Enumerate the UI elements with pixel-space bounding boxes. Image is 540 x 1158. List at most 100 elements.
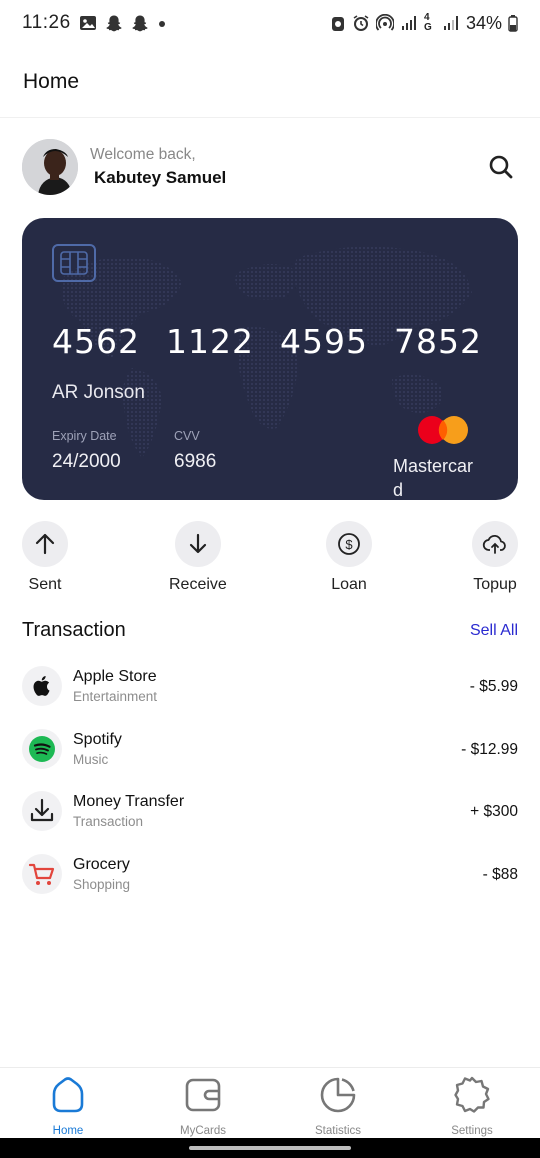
quick-actions: Sent Receive $ Loan Topup bbox=[0, 521, 540, 597]
network-type: 4G bbox=[423, 12, 432, 33]
nav-item-settings[interactable]: Settings bbox=[427, 1076, 517, 1137]
arrow-down-icon bbox=[189, 533, 207, 554]
arrow-up-icon bbox=[35, 533, 55, 555]
status-right: 4G 34% bbox=[330, 13, 518, 34]
hotspot-icon bbox=[375, 14, 394, 31]
nav-label: Home bbox=[52, 1125, 84, 1137]
action-icon-circle: $ bbox=[326, 521, 372, 567]
transaction-row[interactable]: Grocery Shopping - $88 bbox=[22, 853, 518, 917]
chip-icon bbox=[52, 244, 96, 282]
action-label: Loan bbox=[331, 576, 367, 593]
gallery-notification-icon bbox=[79, 16, 96, 30]
transaction-amount: - $88 bbox=[482, 865, 518, 883]
wallet-icon bbox=[185, 1078, 221, 1112]
nav-label: Settings bbox=[451, 1125, 493, 1137]
transactions-header: Transaction Sell All bbox=[22, 619, 518, 642]
card-number-group: 4595 bbox=[280, 322, 368, 361]
welcome-greeting: Welcome back, bbox=[90, 146, 196, 163]
cloud-upload-icon bbox=[482, 534, 506, 554]
expiry-value: 24/2000 bbox=[52, 451, 121, 472]
signal-icon bbox=[401, 16, 416, 30]
transaction-text: Apple Store Entertainment bbox=[73, 666, 157, 704]
avatar-image bbox=[22, 139, 78, 195]
transaction-category: Shopping bbox=[73, 876, 131, 892]
status-time: 11:26 bbox=[22, 12, 71, 33]
card-holder-name: AR Jonson bbox=[52, 382, 145, 403]
action-label: Sent bbox=[28, 576, 62, 593]
card-number-group: 1122 bbox=[166, 322, 254, 361]
dollar-icon: $ bbox=[338, 533, 360, 555]
profile-header: Welcome back, Kabutey Samuel bbox=[22, 138, 518, 196]
page-title: Home bbox=[23, 69, 80, 93]
system-navigation-bar bbox=[0, 1138, 540, 1158]
home-icon bbox=[52, 1077, 84, 1113]
transaction-icon-circle bbox=[22, 791, 62, 831]
transaction-row[interactable]: Money Transfer Transaction + $300 bbox=[22, 791, 518, 854]
welcome-text: Welcome back, Kabutey Samuel bbox=[90, 146, 226, 188]
action-sent-button[interactable]: Sent bbox=[22, 521, 68, 594]
mastercard-logo-icon bbox=[418, 416, 468, 444]
spotify-icon bbox=[29, 735, 55, 762]
transaction-amount: + $300 bbox=[470, 803, 518, 820]
search-icon bbox=[489, 155, 513, 179]
nav-item-mycards[interactable]: MyCards bbox=[158, 1076, 248, 1137]
card-number-group: 7852 bbox=[394, 322, 482, 361]
avatar[interactable] bbox=[22, 139, 78, 195]
transaction-category: Transaction bbox=[73, 814, 144, 829]
snapchat-notification-icon bbox=[106, 15, 122, 32]
nav-label: Statistics bbox=[314, 1125, 361, 1137]
expiry-label: Expiry Date bbox=[52, 429, 117, 443]
nav-label: MyCards bbox=[179, 1125, 226, 1137]
cvv-value: 6986 bbox=[174, 451, 217, 472]
action-topup-button[interactable]: Topup bbox=[472, 521, 518, 594]
transaction-row[interactable]: Spotify Music - $12.99 bbox=[22, 728, 518, 792]
action-label: Receive bbox=[169, 576, 227, 593]
card-number: 4562 1122 4595 7852 bbox=[52, 322, 482, 361]
card-number-group: 4562 bbox=[52, 322, 140, 361]
transaction-amount: - $5.99 bbox=[469, 678, 518, 695]
transaction-text: Money Transfer Transaction bbox=[73, 791, 184, 829]
transaction-text: Spotify Music bbox=[73, 729, 122, 767]
apple-icon bbox=[33, 676, 50, 696]
cvv-label: CVV bbox=[174, 429, 200, 443]
download-icon bbox=[30, 798, 54, 822]
action-receive-button[interactable]: Receive bbox=[169, 521, 227, 594]
transaction-category: Music bbox=[73, 751, 109, 767]
search-button[interactable] bbox=[486, 152, 516, 182]
transaction-name: Apple Store bbox=[73, 668, 157, 685]
transaction-name: Grocery bbox=[73, 855, 130, 873]
transaction-text: Grocery Shopping bbox=[73, 854, 130, 892]
action-icon-circle bbox=[22, 521, 68, 567]
action-icon-circle bbox=[472, 521, 518, 567]
alarm-icon bbox=[353, 15, 369, 31]
card-brand-name: Mastercard bbox=[393, 456, 474, 500]
home-gesture-handle[interactable] bbox=[189, 1146, 351, 1150]
app-bar: Home bbox=[0, 46, 540, 118]
credit-card[interactable]: 4562 1122 4595 7852 AR Jonson Expiry Dat… bbox=[22, 218, 518, 500]
transaction-name: Money Transfer bbox=[73, 793, 185, 810]
transactions-title: Transaction bbox=[22, 619, 126, 641]
transaction-icon-circle bbox=[22, 666, 62, 706]
transaction-row[interactable]: Apple Store Entertainment - $5.99 bbox=[22, 666, 518, 729]
action-label: Topup bbox=[473, 576, 517, 593]
snapchat-notification-icon-2 bbox=[132, 15, 148, 32]
signal-icon-2 bbox=[443, 16, 458, 30]
see-all-link[interactable]: Sell All bbox=[470, 622, 518, 640]
transaction-category: Entertainment bbox=[73, 689, 158, 704]
transaction-amount: - $12.99 bbox=[461, 740, 518, 758]
transaction-icon-circle bbox=[22, 728, 62, 769]
alarm-clock-icon bbox=[331, 17, 344, 31]
nav-item-home[interactable]: Home bbox=[23, 1076, 113, 1137]
svg-text:$: $ bbox=[345, 537, 353, 552]
gear-icon bbox=[454, 1076, 490, 1113]
user-name: Kabutey Samuel bbox=[94, 168, 227, 187]
transaction-icon-circle bbox=[22, 853, 62, 894]
cart-icon bbox=[28, 863, 55, 885]
transactions-list: Apple Store Entertainment - $5.99 Spotif… bbox=[22, 666, 518, 916]
status-left: 11:26 bbox=[22, 12, 167, 34]
nav-item-statistics[interactable]: Statistics bbox=[293, 1076, 383, 1137]
action-icon-circle bbox=[174, 521, 221, 567]
status-bar: 11:26 4G 34% bbox=[0, 0, 540, 46]
pie-chart-icon bbox=[320, 1077, 356, 1113]
action-loan-button[interactable]: $ Loan bbox=[326, 521, 372, 594]
